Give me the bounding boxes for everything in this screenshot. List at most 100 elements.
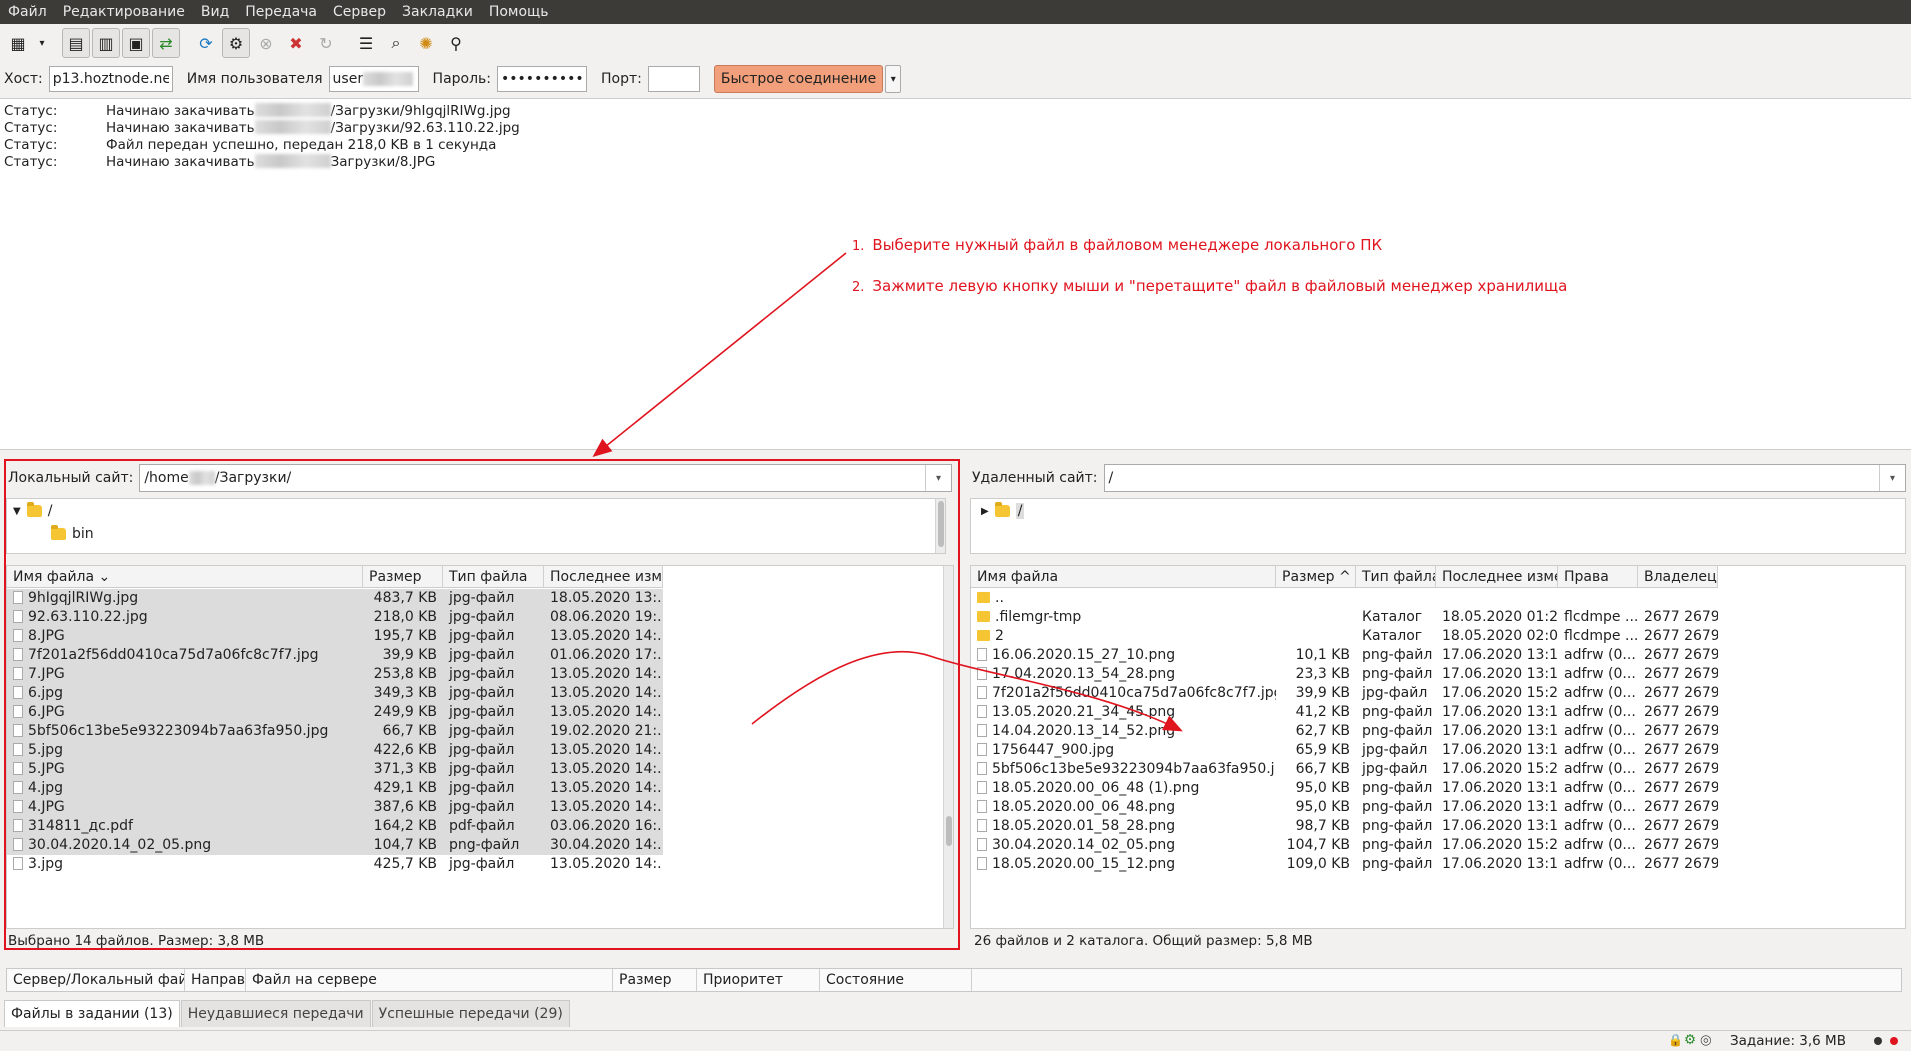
menu-item-2[interactable]: Вид (193, 0, 237, 24)
tab-queue-0[interactable]: Файлы в задании (13) (4, 1000, 180, 1027)
table-row[interactable]: 5bf506c13be5e93223094b7aa63fa950.j... 66,… (971, 760, 1718, 779)
column-header-3[interactable]: Последнее изме (1436, 566, 1558, 588)
cell: jpg-файл (443, 760, 544, 779)
queue-column-3[interactable]: Размер (613, 969, 697, 991)
table-row[interactable]: 18.05.2020.01_58_28.png 98,7 KB png-файл 17… (971, 817, 1718, 836)
sort-chevron-icon[interactable]: ^ (1335, 569, 1351, 585)
column-header-1[interactable]: Размер ^ (1276, 566, 1356, 588)
tab-queue-2[interactable]: Успешные передачи (29) (371, 1000, 570, 1027)
cell: 13.05.2020 14:... (544, 665, 663, 684)
table-row[interactable]: 30.04.2020.14_02_05.png 104,7 KB png-файл 3… (7, 836, 663, 855)
quickconnect-button[interactable]: Быстрое соединение (713, 65, 884, 93)
table-row[interactable]: 6.JPG 249,9 KB jpg-файл 13.05.2020 14:... (7, 703, 663, 722)
table-row[interactable]: 3.jpg 425,7 KB jpg-файл 13.05.2020 14:... (7, 855, 663, 874)
remote-path-input[interactable]: / ▾ (1103, 464, 1906, 492)
table-row[interactable]: 16.06.2020.15_27_10.png 10,1 KB png-файл 17… (971, 646, 1718, 665)
table-row[interactable]: 14.04.2020.13_14_52.png 62,7 KB png-файл 17… (971, 722, 1718, 741)
queue-column-0[interactable]: Сервер/Локальный файл (7, 969, 185, 991)
table-row[interactable]: 7.JPG 253,8 KB jpg-файл 13.05.2020 14:... (7, 665, 663, 684)
queue-column-1[interactable]: Направ (185, 969, 246, 991)
column-header-4[interactable]: Права (1558, 566, 1638, 588)
queue-column-5[interactable]: Состояние (820, 969, 972, 991)
dropdown-arrow-icon[interactable]: ▾ (34, 28, 50, 58)
column-header-2[interactable]: Тип файла (443, 566, 544, 588)
toggle-queue-icon[interactable]: ⇄ (152, 28, 180, 58)
table-row[interactable]: 18.05.2020.00_06_48 (1).png 95,0 KB png-фа… (971, 779, 1718, 798)
expand-icon[interactable]: ▶ (981, 506, 989, 517)
column-header-0[interactable]: Имя файла (971, 566, 1276, 588)
quickconnect-dropdown-icon[interactable]: ▾ (885, 65, 902, 93)
table-row[interactable]: 2 Каталог 18.05.2020 02:0... flcdmpe ... 267… (971, 627, 1718, 646)
table-row[interactable]: 5.jpg 422,6 KB jpg-файл 13.05.2020 14:... (7, 741, 663, 760)
cell: 387,6 KB (363, 798, 443, 817)
menu-item-5[interactable]: Закладки (394, 0, 481, 24)
toggle-remote-tree-icon[interactable]: ▣ (122, 28, 150, 58)
local-path-input[interactable]: /home /Загрузки/ ▾ (139, 464, 952, 492)
host-input[interactable] (48, 66, 173, 92)
local-scrollbar[interactable] (943, 566, 953, 928)
queue-column-4[interactable]: Приоритет (697, 969, 820, 991)
tree-node-bin[interactable]: bin (51, 525, 94, 542)
column-header-0[interactable]: Имя файла ⌄ (7, 566, 363, 588)
table-row[interactable]: 314811_дс.pdf 164,2 KB pdf-файл 03.06.2020 … (7, 817, 663, 836)
cell: 98,7 KB (1295, 818, 1350, 834)
tree-node-root[interactable]: ▶ / (981, 502, 1025, 519)
menu-item-3[interactable]: Передача (237, 0, 325, 24)
cancel-icon[interactable]: ⊗ (252, 28, 280, 58)
cell: png-файл (1362, 780, 1433, 796)
table-row[interactable]: 7f201a2f56dd0410ca75d7a06fc8c7f7.jpg 39,9… (971, 684, 1718, 703)
sort-chevron-icon[interactable]: ⌄ (94, 569, 111, 585)
table-row[interactable]: 8.JPG 195,7 KB jpg-файл 13.05.2020 14:... (7, 627, 663, 646)
table-row[interactable]: 7f201a2f56dd0410ca75d7a06fc8c7f7.jpg 39,9… (7, 646, 663, 665)
table-row[interactable]: 5.JPG 371,3 KB jpg-файл 13.05.2020 14:... (7, 760, 663, 779)
table-row[interactable]: 4.jpg 429,1 KB jpg-файл 13.05.2020 14:... (7, 779, 663, 798)
toggle-log-icon[interactable]: ▤ (62, 28, 90, 58)
filter-icon[interactable]: ☰ (352, 28, 380, 58)
filename-cell: 30.04.2020.14_02_05.png (971, 836, 1276, 855)
expand-icon[interactable]: ▼ (13, 506, 21, 517)
password-input[interactable] (497, 66, 588, 92)
refresh-icon[interactable]: ⟳ (192, 28, 220, 58)
column-header-3[interactable]: Последнее изме (544, 566, 663, 588)
message-log: Статус: Начинаю закачивать/Загрузки/9hIgq… (0, 98, 1911, 450)
table-row[interactable]: .. (971, 589, 1718, 608)
table-row[interactable]: 17.04.2020.13_54_28.png 23,3 KB png-файл 17… (971, 665, 1718, 684)
table-row[interactable]: 13.05.2020.21_34_45.png 41,2 KB png-файл 17… (971, 703, 1718, 722)
chevron-down-icon[interactable]: ▾ (1879, 465, 1905, 491)
table-row[interactable]: 18.05.2020.00_15_12.png 109,0 KB png-файл 1… (971, 855, 1718, 874)
log-row: Статус: Начинаю закачивать/Загрузки/92.63… (4, 120, 520, 136)
column-header-2[interactable]: Тип файла (1356, 566, 1436, 588)
table-row[interactable]: 30.04.2020.14_02_05.png 104,7 KB png-файл 1… (971, 836, 1718, 855)
table-row[interactable]: 92.63.110.22.jpg 218,0 KB jpg-файл 08.06.20… (7, 608, 663, 627)
menu-item-0[interactable]: Файл (0, 0, 55, 24)
menu-item-6[interactable]: Помощь (481, 0, 557, 24)
cell: 17.06.2020 13:1... (1442, 799, 1558, 815)
menu-item-1[interactable]: Редактирование (55, 0, 193, 24)
table-row[interactable]: 18.05.2020.00_06_48.png 95,0 KB png-файл 17… (971, 798, 1718, 817)
port-input[interactable] (647, 66, 700, 92)
column-header-1[interactable]: Размер (363, 566, 443, 588)
menu-item-4[interactable]: Сервер (325, 0, 394, 24)
table-row[interactable]: 4.JPG 387,6 KB jpg-файл 13.05.2020 14:... (7, 798, 663, 817)
table-row[interactable]: 9hIgqjlRIWg.jpg 483,7 KB jpg-файл 18.05.202… (7, 589, 663, 608)
chevron-down-icon[interactable]: ▾ (925, 465, 951, 491)
tab-queue-1[interactable]: Неудавшиеся передачи (180, 1000, 371, 1027)
table-row[interactable]: 6.jpg 349,3 KB jpg-файл 13.05.2020 14:... (7, 684, 663, 703)
table-row[interactable]: 1756447_900.jpg 65,9 KB jpg-файл 17.06.2020… (971, 741, 1718, 760)
table-row[interactable]: .filemgr-tmp Каталог 18.05.2020 01:2... flc… (971, 608, 1718, 627)
queue-column-2[interactable]: Файл на сервере (246, 969, 613, 991)
site-manager-icon[interactable]: ▦ (4, 28, 32, 58)
compare-icon[interactable]: ✺ (412, 28, 440, 58)
disconnect-icon[interactable]: ✖ (282, 28, 310, 58)
reconnect-icon[interactable]: ↻ (312, 28, 340, 58)
search-icon[interactable]: ⌕ (382, 28, 410, 58)
filename-cell: 314811_дс.pdf (7, 817, 363, 836)
tree-node-root[interactable]: ▼ / (13, 502, 52, 519)
filename-cell: 7.JPG (7, 665, 363, 684)
table-row[interactable]: 5bf506c13be5e93223094b7aa63fa950.jpg 66,7… (7, 722, 663, 741)
process-queue-icon[interactable]: ⚙ (222, 28, 250, 58)
toggle-local-tree-icon[interactable]: ▥ (92, 28, 120, 58)
find-icon[interactable]: ⚲ (442, 28, 470, 58)
column-header-5[interactable]: Владелец/ (1638, 566, 1718, 588)
cell: 17.06.2020 13:1... (1442, 647, 1558, 663)
